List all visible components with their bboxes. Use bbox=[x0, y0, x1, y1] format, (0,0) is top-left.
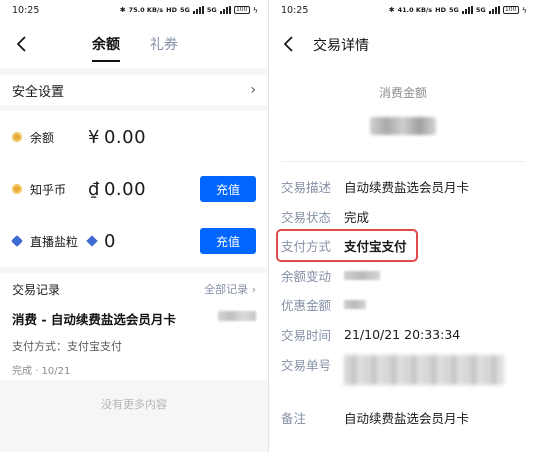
detail-row-balance-change: 余额变动 bbox=[269, 261, 537, 291]
detail-row-description: 交易描述 自动续费盐选会员月卡 bbox=[269, 172, 537, 202]
detail-label: 优惠金额 bbox=[281, 298, 332, 314]
network-tag-5g-2: 5G bbox=[475, 6, 486, 14]
transaction-records: 交易记录 全部记录 › 消费 - 自动续费盐选会员月卡 支付方式：支付宝支付 完… bbox=[0, 273, 268, 380]
asset-amount: 0.00 bbox=[103, 126, 147, 148]
network-tag-hd: HD bbox=[166, 6, 177, 14]
currency-symbol: ₫ bbox=[88, 178, 100, 200]
detail-row-remark: 备注 自动续费盐选会员月卡 bbox=[269, 403, 537, 433]
gem-icon bbox=[10, 234, 24, 248]
status-icons: ✱ 75.0 KB/s HD 5G 5G 100 ϟ bbox=[120, 6, 258, 15]
status-time: 10:25 bbox=[281, 4, 309, 16]
coin-icon bbox=[12, 184, 22, 194]
tab-balance[interactable]: 余额 bbox=[92, 34, 120, 62]
no-more-content: 没有更多内容 bbox=[101, 398, 167, 411]
asset-name: 知乎币 bbox=[30, 182, 67, 197]
detail-row-status: 交易状态 完成 bbox=[269, 202, 537, 232]
detail-label: 交易单号 bbox=[281, 358, 332, 373]
asset-value: 0 bbox=[86, 230, 116, 252]
signal-icon bbox=[461, 6, 473, 14]
status-time: 10:25 bbox=[12, 4, 40, 16]
all-records-label: 全部记录 bbox=[204, 283, 249, 296]
amount-value-blurred bbox=[370, 117, 436, 135]
battery-icon: 100 bbox=[502, 6, 519, 14]
status-bar: 10:25 ✱ 75.0 KB/s HD 5G 5G 100 ϟ bbox=[0, 0, 268, 20]
detail-label: 交易时间 bbox=[281, 327, 332, 343]
chevron-right-icon: › bbox=[250, 82, 256, 98]
detail-row-discount: 优惠金额 bbox=[269, 290, 537, 320]
asset-value: ₫ 0.00 bbox=[88, 179, 146, 200]
records-header: 交易记录 全部记录 › bbox=[0, 273, 268, 305]
asset-live-salt: 直播盐粒 0 充值 bbox=[0, 215, 268, 267]
divider bbox=[281, 161, 525, 162]
detail-list: 交易描述 自动续费盐选会员月卡 交易状态 完成 支付方式 支付宝支付 余额变动 … bbox=[269, 172, 537, 433]
charging-icon: ϟ bbox=[521, 5, 527, 15]
detail-label: 余额变动 bbox=[281, 268, 332, 284]
all-records-link[interactable]: 全部记录 › bbox=[204, 281, 256, 297]
net-speed: 41.0 KB/s bbox=[397, 6, 433, 14]
detail-value: 完成 bbox=[344, 209, 370, 225]
asset-list: 余额 ¥ 0.00 知乎币 ₫ 0.00 充值 直播盐粒 0 充值 bbox=[0, 111, 268, 267]
back-button[interactable] bbox=[12, 34, 32, 54]
tab-coupons[interactable]: 礼券 bbox=[150, 34, 178, 62]
bluetooth-icon: ✱ bbox=[388, 6, 395, 14]
asset-value: ¥ 0.00 bbox=[88, 127, 146, 148]
asset-amount: 0 bbox=[104, 230, 116, 252]
balance-screen: 10:25 ✱ 75.0 KB/s HD 5G 5G 100 ϟ 余额 礼券 安… bbox=[0, 0, 268, 452]
security-settings-row[interactable]: 安全设置 › bbox=[0, 75, 268, 105]
record-amount-blurred bbox=[218, 311, 256, 321]
net-speed: 75.0 KB/s bbox=[128, 6, 164, 14]
network-tag-hd: HD bbox=[435, 6, 446, 14]
detail-value-blurred bbox=[344, 270, 380, 280]
transaction-detail-screen: 10:25 ✱ 41.0 KB/s HD 5G 5G 100 ϟ 交易详情 消费… bbox=[269, 0, 537, 452]
bluetooth-icon: ✱ bbox=[119, 6, 126, 14]
top-nav: 余额 礼券 bbox=[0, 20, 268, 68]
security-settings-label: 安全设置 bbox=[12, 84, 65, 100]
recharge-button[interactable]: 充值 bbox=[200, 176, 256, 202]
top-nav: 交易详情 bbox=[269, 20, 537, 68]
signal-icon bbox=[192, 6, 204, 14]
chevron-left-icon bbox=[16, 36, 26, 52]
detail-value: 自动续费盐选会员月卡 bbox=[344, 411, 470, 427]
highlight-box-payment-method bbox=[276, 229, 418, 262]
asset-zhihu-coin: 知乎币 ₫ 0.00 充值 bbox=[0, 163, 268, 215]
detail-label: 交易描述 bbox=[281, 180, 332, 196]
record-payment-method: 支付方式：支付宝支付 bbox=[12, 340, 122, 353]
recharge-button[interactable]: 充值 bbox=[200, 228, 256, 254]
amount-label: 消费金额 bbox=[378, 86, 427, 100]
asset-name: 直播盐粒 bbox=[30, 234, 79, 249]
status-bar: 10:25 ✱ 41.0 KB/s HD 5G 5G 100 ϟ bbox=[269, 0, 537, 20]
asset-amount: 0.00 bbox=[103, 178, 147, 200]
asset-name: 余额 bbox=[30, 130, 55, 145]
signal-icon-2 bbox=[219, 6, 231, 14]
detail-label: 备注 bbox=[281, 411, 307, 427]
asset-balance: 余额 ¥ 0.00 bbox=[0, 111, 268, 163]
list-item[interactable]: 消费 - 自动续费盐选会员月卡 支付方式：支付宝支付 完成 · 10/21 bbox=[0, 305, 268, 377]
signal-icon-2 bbox=[488, 6, 500, 14]
chevron-left-icon bbox=[283, 36, 293, 52]
gem-icon bbox=[86, 235, 98, 247]
charging-icon: ϟ bbox=[252, 5, 258, 15]
back-button[interactable] bbox=[279, 34, 299, 54]
detail-value-blurred bbox=[344, 300, 366, 310]
detail-row-order-number: 交易单号 bbox=[269, 349, 537, 403]
network-tag-5g: 5G bbox=[449, 6, 459, 14]
network-tag-5g: 5G bbox=[180, 6, 190, 14]
detail-value: 自动续费盐选会员月卡 bbox=[344, 180, 470, 196]
page-title: 交易详情 bbox=[313, 38, 369, 54]
detail-value: 21/10/21 20:33:34 bbox=[344, 326, 461, 342]
battery-icon: 100 bbox=[233, 6, 250, 14]
detail-label: 交易状态 bbox=[281, 209, 332, 225]
network-tag-5g-2: 5G bbox=[206, 6, 217, 14]
tab-bar: 余额 礼券 bbox=[92, 34, 178, 62]
detail-row-time: 交易时间 21/10/21 20:33:34 bbox=[269, 320, 537, 350]
coin-icon bbox=[12, 132, 22, 142]
detail-value-blurred bbox=[344, 355, 504, 385]
currency-symbol: ¥ bbox=[88, 126, 100, 148]
records-title: 交易记录 bbox=[12, 282, 61, 297]
record-status: 完成 · 10/21 bbox=[12, 366, 71, 377]
status-icons: ✱ 41.0 KB/s HD 5G 5G 100 ϟ bbox=[389, 6, 527, 15]
